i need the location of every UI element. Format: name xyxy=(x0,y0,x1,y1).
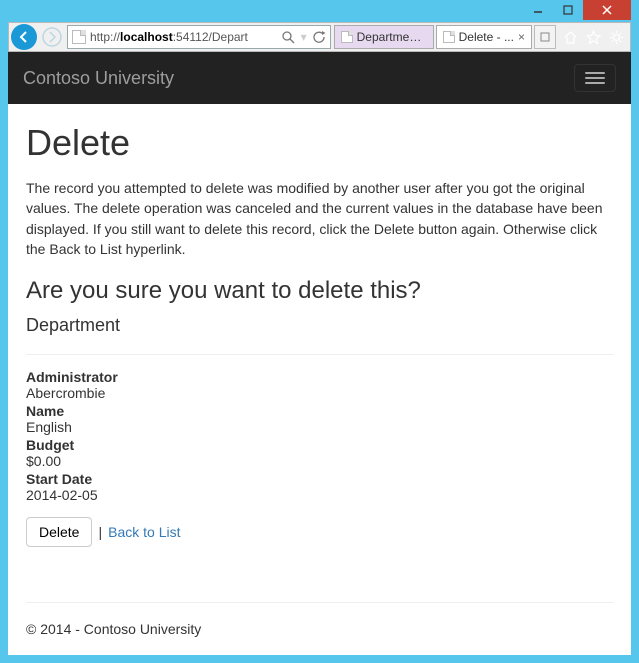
tab-departments[interactable]: Department... xyxy=(334,25,434,49)
tab-label: Delete - ... xyxy=(459,30,514,44)
maximize-button[interactable] xyxy=(553,0,583,20)
page-title: Delete xyxy=(26,122,613,164)
favorites-icon[interactable] xyxy=(586,30,601,45)
detail-list: Administrator Abercrombie Name English B… xyxy=(26,369,613,503)
refresh-icon[interactable] xyxy=(313,31,326,44)
administrator-value: Abercrombie xyxy=(26,385,613,401)
administrator-label: Administrator xyxy=(26,369,613,385)
tab-delete[interactable]: Delete - ... × xyxy=(436,25,532,49)
search-icon[interactable] xyxy=(282,31,295,44)
budget-label: Budget xyxy=(26,437,613,453)
address-bar[interactable]: http://localhost:54112/Depart ▾ xyxy=(67,25,331,49)
page-icon xyxy=(72,30,86,44)
browser-window: http://localhost:54112/Depart ▾ Departme… xyxy=(0,0,639,663)
tab-strip: Department... Delete - ... × xyxy=(333,23,557,51)
window-titlebar xyxy=(8,0,631,22)
page-footer: © 2014 - Contoso University xyxy=(8,603,631,655)
entity-heading: Department xyxy=(26,315,613,336)
start-date-label: Start Date xyxy=(26,471,613,487)
back-button[interactable] xyxy=(9,23,39,51)
concurrency-message: The record you attempted to delete was m… xyxy=(26,178,613,259)
tools-icon[interactable] xyxy=(609,30,624,45)
page-icon xyxy=(341,31,353,43)
command-bar xyxy=(557,23,630,51)
address-bar-controls: ▾ xyxy=(278,30,326,44)
new-tab-button[interactable] xyxy=(534,25,556,49)
url-text: http://localhost:54112/Depart xyxy=(90,30,278,44)
home-icon[interactable] xyxy=(563,30,578,45)
page-icon xyxy=(443,31,455,43)
page-content: Delete The record you attempted to delet… xyxy=(8,104,631,602)
page-viewport: Contoso University Delete The record you… xyxy=(8,52,631,655)
action-separator: | xyxy=(98,524,102,540)
close-button[interactable] xyxy=(583,0,631,20)
start-date-value: 2014-02-05 xyxy=(26,487,613,503)
minimize-button[interactable] xyxy=(523,0,553,20)
name-label: Name xyxy=(26,403,613,419)
form-actions: Delete | Back to List xyxy=(26,517,613,547)
confirm-heading: Are you sure you want to delete this? xyxy=(26,277,613,305)
delete-button[interactable]: Delete xyxy=(26,517,92,547)
navbar-toggle[interactable] xyxy=(574,64,616,92)
tab-label: Department... xyxy=(357,30,427,44)
budget-value: $0.00 xyxy=(26,453,613,469)
close-tab-icon[interactable]: × xyxy=(518,30,525,44)
forward-button[interactable] xyxy=(39,23,65,51)
divider xyxy=(26,354,613,355)
navbar-brand[interactable]: Contoso University xyxy=(23,68,174,89)
site-navbar: Contoso University xyxy=(8,52,631,104)
name-value: English xyxy=(26,419,613,435)
browser-toolbar: http://localhost:54112/Depart ▾ Departme… xyxy=(8,22,631,52)
back-to-list-link[interactable]: Back to List xyxy=(108,524,180,540)
